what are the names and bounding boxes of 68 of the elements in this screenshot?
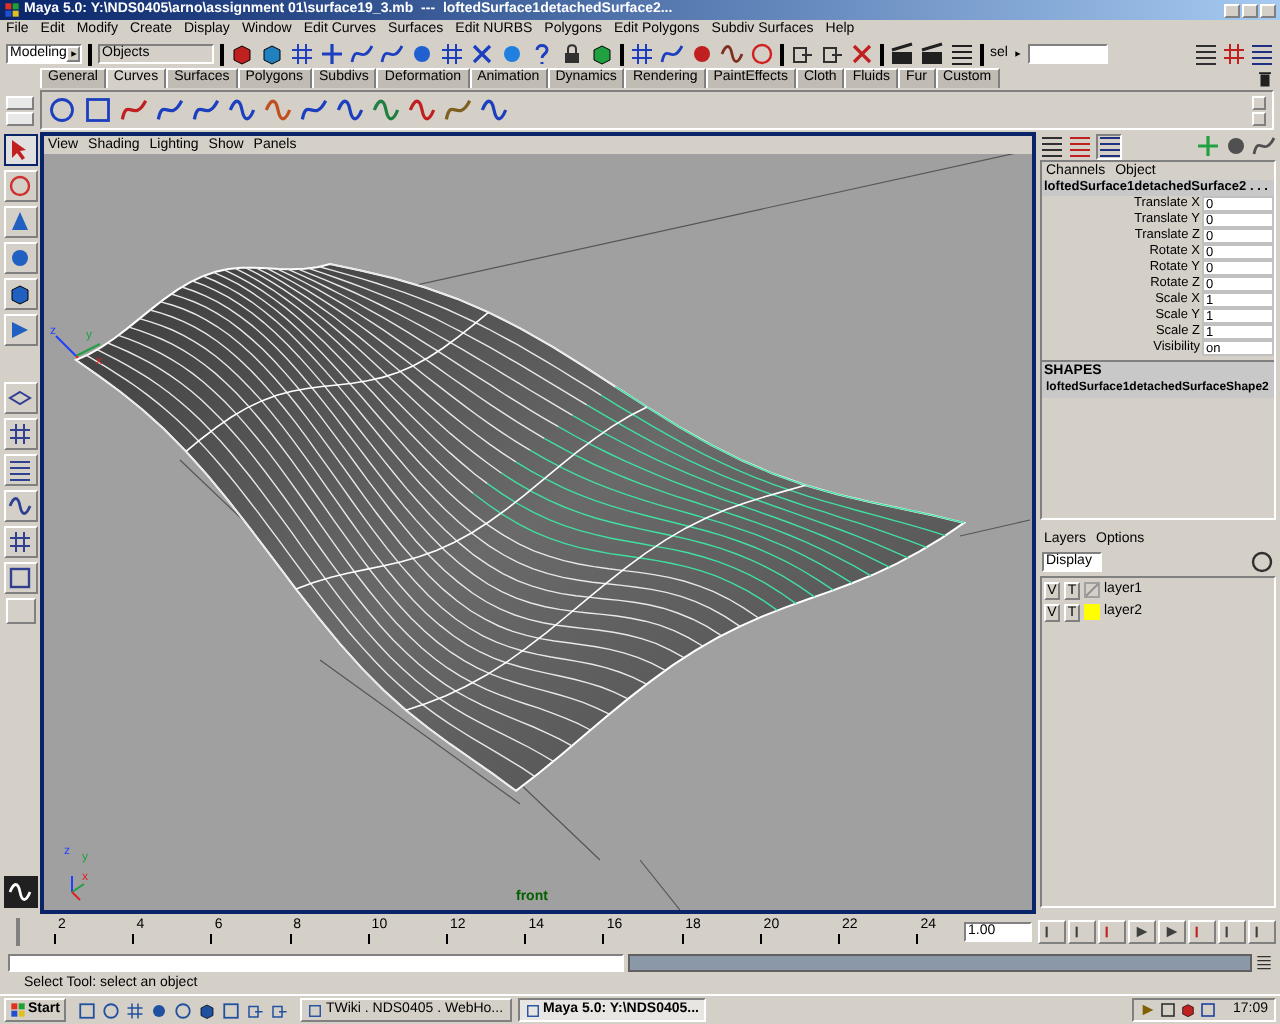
square-icon[interactable] — [84, 96, 112, 124]
lasso-button[interactable] — [3, 170, 37, 202]
grid-icon[interactable] — [440, 42, 464, 66]
wave-icon[interactable] — [336, 96, 364, 124]
move-tool-button[interactable] — [3, 206, 37, 238]
curve-icon[interactable] — [120, 96, 148, 124]
outliner-layout-button[interactable] — [3, 454, 37, 486]
app-icon — [307, 1003, 322, 1017]
quick-select-field[interactable] — [1027, 44, 1108, 64]
range-start-field[interactable] — [8, 953, 624, 971]
help-icon[interactable] — [530, 42, 554, 66]
shelf-scroll-down-button[interactable] — [1252, 111, 1266, 125]
plus-icon[interactable] — [320, 42, 344, 66]
step-forward-frame-button[interactable] — [1188, 920, 1216, 944]
lock-icon[interactable] — [560, 42, 584, 66]
range-slider-bar[interactable] — [628, 953, 1252, 971]
go-to-start-button[interactable] — [1038, 920, 1066, 944]
current-time-marker[interactable] — [16, 918, 20, 946]
rotate-tool-button[interactable] — [3, 242, 37, 274]
curve-icon[interactable] — [350, 42, 374, 66]
wave-icon[interactable] — [264, 96, 292, 124]
maya-app-icon — [4, 2, 20, 18]
scale-tool-button[interactable] — [3, 278, 37, 310]
manipulator-button[interactable] — [3, 314, 37, 346]
go-to-end-button[interactable] — [1248, 920, 1276, 944]
ipr-render-icon[interactable] — [920, 42, 944, 66]
render-layout-button[interactable] — [3, 562, 37, 594]
step-back-frame-button[interactable] — [1098, 920, 1126, 944]
graph-layout-button[interactable] — [3, 490, 37, 522]
minimize-button[interactable] — [1224, 3, 1240, 17]
circle-icon[interactable] — [48, 96, 76, 124]
shelf-scroll-up-button[interactable] — [1252, 95, 1266, 109]
step-forward-key-button[interactable] — [1218, 920, 1246, 944]
select-arrow-button[interactable] — [3, 134, 37, 166]
caret-icon — [1013, 50, 1022, 58]
ball-icon[interactable] — [500, 42, 524, 66]
curve-icon[interactable] — [380, 42, 404, 66]
play-forward-icon — [1164, 924, 1180, 940]
corner-axis-drawing — [71, 875, 85, 901]
layer-color-swatch[interactable] — [1084, 604, 1100, 620]
curve-icon[interactable] — [192, 96, 220, 124]
wave-icon[interactable] — [228, 96, 256, 124]
hypershade-layout-button[interactable] — [3, 526, 37, 558]
curve-icon[interactable] — [156, 96, 184, 124]
maximize-button[interactable] — [1242, 3, 1258, 17]
curve-icon[interactable] — [300, 96, 328, 124]
wave-icon[interactable] — [372, 96, 400, 124]
wave-icon[interactable] — [408, 96, 436, 124]
windows-logo-icon — [10, 1002, 26, 1018]
ball-icon[interactable] — [410, 42, 434, 66]
wave-icon[interactable] — [480, 96, 508, 124]
play-backward-button[interactable] — [1128, 920, 1156, 944]
curve-icon[interactable] — [444, 96, 472, 124]
layer-color-swatch[interactable] — [1084, 582, 1100, 598]
caret-icon — [69, 50, 78, 58]
layout-options-button[interactable] — [5, 598, 35, 624]
play-forward-button[interactable] — [1158, 920, 1186, 944]
app-icon — [525, 1003, 540, 1017]
cross-icon[interactable] — [470, 42, 494, 66]
render-icon[interactable] — [890, 42, 914, 66]
shelf-tabs-button[interactable] — [6, 111, 34, 125]
four-view-layout-button[interactable] — [3, 418, 37, 450]
single-view-layout-button[interactable] — [3, 382, 37, 414]
close-button[interactable] — [1260, 3, 1276, 17]
step-back-key-button[interactable] — [1068, 920, 1096, 944]
shelf-menu-button[interactable] — [6, 95, 34, 109]
play-backward-icon — [1134, 924, 1150, 940]
trash-icon[interactable] — [1256, 70, 1274, 88]
